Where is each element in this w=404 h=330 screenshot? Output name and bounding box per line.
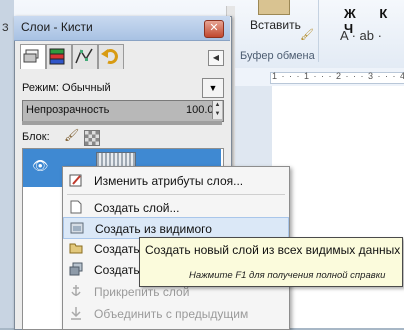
lock-label: Блок:: [22, 131, 50, 143]
dock-title: Слои - Кисти: [21, 20, 93, 34]
format-painter-icon[interactable]: 🖌: [300, 28, 314, 41]
paste-button-label[interactable]: Вставить: [250, 18, 301, 32]
close-icon[interactable]: ✕: [204, 20, 224, 38]
lock-pixels-icon[interactable]: 🖌: [64, 128, 80, 144]
opacity-spin-buttons[interactable]: ▲ ▼: [212, 101, 222, 119]
mode-label: Режим:: [22, 82, 59, 94]
layers-icon: [23, 49, 39, 63]
word-left-strip-text: З: [2, 22, 9, 34]
layers-tab[interactable]: [20, 44, 46, 69]
menu-item-label: Объединить с предыдущим: [94, 307, 249, 321]
menu-item-label: Создать из видимого: [95, 222, 212, 236]
menu-separator: [67, 194, 285, 195]
paths-icon: [75, 48, 93, 64]
tooltip-help-hint: Нажмите F1 для получения полной справки: [189, 270, 386, 281]
paste-icon[interactable]: [258, 0, 290, 15]
dock-tabs: [18, 44, 228, 70]
duplicate-layer-icon: [69, 262, 83, 276]
opacity-label: Непрозрачность: [26, 104, 110, 116]
menu-item-label: Изменить атрибуты слоя...: [94, 174, 244, 188]
menu-item-edit-attributes[interactable]: Изменить атрибуты слоя...: [63, 170, 289, 192]
new-from-visible-icon: [70, 222, 84, 234]
eye-icon[interactable]: 👁: [32, 159, 49, 172]
clipboard-group-label: Буфер обмена: [240, 50, 315, 62]
word-left-strip: [0, 0, 14, 328]
new-layer-icon: [70, 200, 82, 214]
mode-value: Обычный: [62, 82, 111, 94]
menu-item-new-layer[interactable]: Создать слой...: [63, 197, 289, 219]
menu-item-merge-down[interactable]: Объединить с предыдущим: [63, 303, 289, 325]
paths-tab[interactable]: [72, 44, 98, 69]
edit-attributes-icon: [69, 174, 82, 187]
chevron-down-icon[interactable]: ▼: [202, 78, 224, 98]
undo-history-icon: [101, 49, 118, 64]
ribbon-divider: [318, 0, 319, 62]
channels-icon: [49, 48, 65, 65]
merge-down-icon: [71, 307, 81, 320]
tooltip-text: Создать новый слой из всех видимых данны…: [145, 243, 401, 257]
opacity-value: 100.0: [186, 104, 214, 116]
ruler-ticks: 1 · · · 1 · · · 2 · · · 3 · · · 4: [272, 71, 404, 81]
text-effects-buttons[interactable]: A · ab ·: [340, 28, 382, 43]
opacity-slider-track: [22, 121, 222, 125]
channels-tab[interactable]: [46, 44, 72, 69]
menu-item-new-from-visible[interactable]: Создать из видимого: [63, 217, 289, 239]
mode-selector[interactable]: Режим: Обычный: [22, 82, 111, 94]
new-group-icon: [69, 243, 83, 254]
document-page[interactable]: [272, 86, 404, 328]
menu-item-label: Создать слой...: [94, 201, 180, 215]
anchor-icon: [71, 285, 81, 296]
dock-menu-button[interactable]: ◀: [208, 50, 224, 66]
undo-tab[interactable]: [98, 44, 124, 69]
lock-alpha-icon[interactable]: [84, 130, 100, 146]
menu-item-label: Прикрепить слой: [94, 285, 190, 299]
